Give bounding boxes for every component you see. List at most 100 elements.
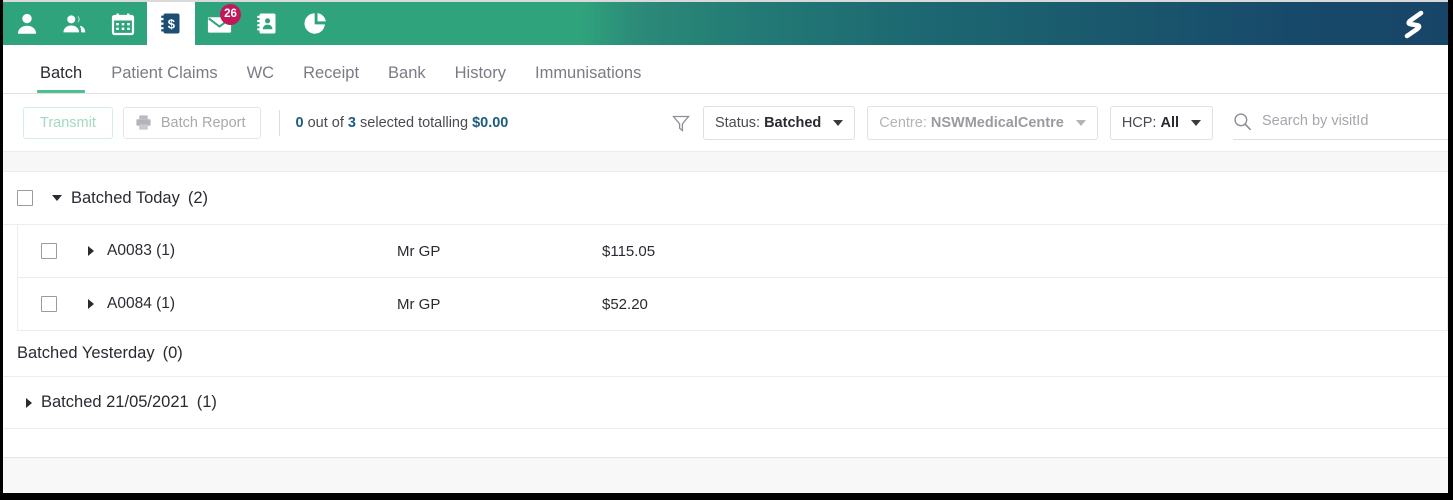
tab-bank[interactable]: Bank xyxy=(377,63,437,94)
row-batch-id: A0083 (1) xyxy=(107,242,176,259)
row-batch-id: A0084 (1) xyxy=(107,295,176,312)
group-title-text: Batched 21/05/2021 xyxy=(41,393,189,411)
group-count: (1) xyxy=(196,393,217,411)
group-header-batched-yesterday: Batched Yesterday (0) xyxy=(3,331,1448,377)
selection-summary: 0 out of 3 selected totalling $0.00 xyxy=(296,115,509,131)
tab-patient-claims[interactable]: Patient Claims xyxy=(100,63,228,94)
brand-logo-icon xyxy=(1404,10,1423,38)
chevron-down-icon xyxy=(1191,119,1201,126)
chevron-down-icon xyxy=(1075,119,1086,126)
centre-filter-prefix: Centre: xyxy=(879,114,927,131)
chevron-right-icon[interactable] xyxy=(88,299,94,309)
tab-wc-label: WC xyxy=(246,63,275,82)
people-icon xyxy=(63,14,86,32)
group-rows-batched-today: A0083 (1) Mr GP $115.05 A0084 (1) Mr GP … xyxy=(17,225,1448,331)
row-checkbox-cell xyxy=(18,243,80,259)
status-filter-dropdown[interactable]: Status: Batched xyxy=(702,105,856,140)
tab-receipt-label: Receipt xyxy=(303,63,360,82)
nav-icon-address-book[interactable] xyxy=(243,2,291,45)
group-count: (2) xyxy=(187,188,209,207)
nav-icon-people[interactable] xyxy=(51,2,99,45)
calendar-icon xyxy=(111,13,135,35)
tab-batch-label: Batch xyxy=(40,63,83,82)
message-count-badge: 26 xyxy=(220,4,241,25)
group-title-text: Batched Yesterday xyxy=(17,344,155,362)
hcp-filter-value: All xyxy=(1160,114,1179,131)
group-header-batched-today[interactable]: Batched Today (2) xyxy=(3,172,1448,225)
chevron-down-icon xyxy=(833,119,844,126)
nav-icon-accounts[interactable]: $ xyxy=(147,2,195,45)
tab-batch[interactable]: Batch xyxy=(29,63,93,94)
group-title: Batched Today (2) xyxy=(71,189,208,208)
tab-receipt[interactable]: Receipt xyxy=(292,63,370,94)
row-provider: Mr GP xyxy=(397,295,441,313)
chevron-down-icon[interactable] xyxy=(52,195,62,201)
group-header-batched-21-05-2021[interactable]: Batched 21/05/2021 (1) xyxy=(3,377,1448,429)
contact-book-icon xyxy=(257,13,276,34)
selected-count: 0 xyxy=(295,114,304,131)
table-row[interactable]: A0084 (1) Mr GP $52.20 xyxy=(18,278,1447,331)
app-bar-spacer xyxy=(339,2,1386,45)
row-provider: Mr GP xyxy=(397,242,441,260)
tab-wc[interactable]: WC xyxy=(236,63,286,94)
pie-chart-icon xyxy=(303,12,326,34)
row-expand-cell xyxy=(80,299,102,309)
tab-bank-label: Bank xyxy=(388,63,426,82)
row-select-checkbox[interactable] xyxy=(41,296,57,312)
chevron-right-icon[interactable] xyxy=(26,397,32,408)
filter-button[interactable] xyxy=(671,113,691,133)
batch-report-button[interactable]: Batch Report xyxy=(122,106,261,139)
person-icon xyxy=(17,13,37,34)
brand-logo-button[interactable] xyxy=(1386,2,1448,45)
transmit-button-label: Transmit xyxy=(40,114,96,131)
list-top-strip xyxy=(3,152,1448,172)
group-title: Batched 21/05/2021 (1) xyxy=(41,393,217,412)
group-title-text: Batched Today xyxy=(71,188,180,207)
section-tabs: Batch Patient Claims WC Receipt Bank His… xyxy=(3,45,1448,94)
batch-list: Batched Today (2) A0083 (1) Mr GP $115.05 xyxy=(3,172,1448,429)
toolbar-right-group: Status: Batched Centre: NSWMedicalCentre… xyxy=(671,94,1448,151)
row-checkbox-cell xyxy=(18,296,80,312)
nav-icon-person[interactable] xyxy=(3,2,51,45)
filter-icon xyxy=(672,115,690,132)
group-count: (0) xyxy=(162,344,183,362)
row-amount: $52.20 xyxy=(602,295,648,313)
row-expand-cell xyxy=(80,246,102,256)
money-book-icon: $ xyxy=(161,13,180,34)
table-row[interactable]: A0083 (1) Mr GP $115.05 xyxy=(18,225,1447,278)
application-window: $ 26 Batch Patient Claims WC Receipt Ban… xyxy=(0,0,1453,500)
tab-history-label: History xyxy=(454,63,506,82)
action-toolbar: Transmit Batch Report 0 out of 3 selecte… xyxy=(3,94,1448,152)
chevron-right-icon[interactable] xyxy=(88,246,94,256)
nav-icon-calendar[interactable] xyxy=(99,2,147,45)
transmit-button[interactable]: Transmit xyxy=(23,106,113,139)
selection-suffix-text: selected totalling xyxy=(356,114,473,131)
hcp-filter-dropdown[interactable]: HCP: All xyxy=(1109,105,1213,140)
status-footer xyxy=(3,457,1448,493)
svg-text:$: $ xyxy=(168,16,176,31)
batch-report-button-label: Batch Report xyxy=(160,114,246,131)
row-select-checkbox[interactable] xyxy=(41,243,57,259)
tab-immunisations-label: Immunisations xyxy=(534,63,642,82)
group-select-checkbox[interactable] xyxy=(17,190,33,206)
status-filter-prefix: Status: xyxy=(714,114,761,131)
tab-patient-claims-label: Patient Claims xyxy=(111,63,218,82)
selection-mid-text: out of xyxy=(303,114,348,131)
centre-filter-dropdown[interactable]: Centre: NSWMedicalCentre xyxy=(867,105,1098,140)
search-input[interactable] xyxy=(1262,113,1447,129)
search-icon xyxy=(1234,112,1251,130)
row-amount: $115.05 xyxy=(602,242,656,260)
centre-filter-value: NSWMedicalCentre xyxy=(930,114,1064,131)
app-bar-icon-group: $ 26 xyxy=(3,2,339,45)
total-count: 3 xyxy=(347,114,356,131)
printer-icon xyxy=(136,115,151,130)
tab-immunisations[interactable]: Immunisations xyxy=(524,63,652,94)
nav-icon-messages[interactable]: 26 xyxy=(195,2,243,45)
tab-history[interactable]: History xyxy=(444,63,517,94)
hcp-filter-prefix: HCP: xyxy=(1121,114,1157,131)
selection-total-amount: $0.00 xyxy=(472,114,509,131)
toolbar-divider xyxy=(278,109,280,136)
status-filter-value: Batched xyxy=(764,114,822,131)
nav-icon-reports[interactable] xyxy=(291,2,339,45)
search-container xyxy=(1233,106,1448,140)
